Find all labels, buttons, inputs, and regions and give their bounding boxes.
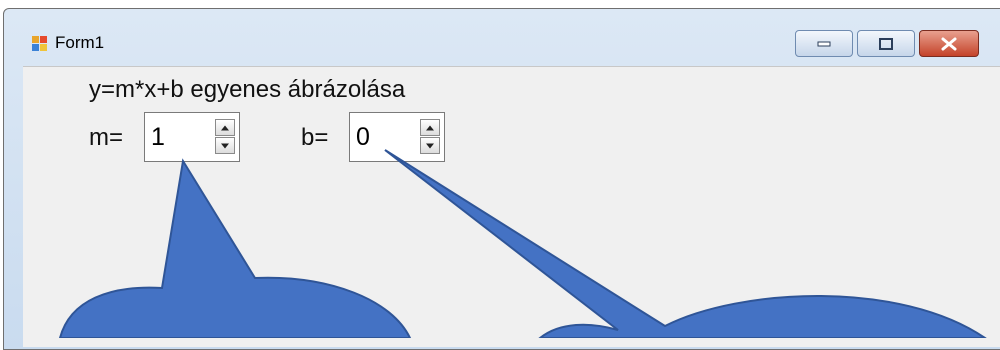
callout-bubble-b [384, 149, 987, 338]
callout-bubble-m [58, 158, 412, 338]
callout-overlay [58, 149, 987, 338]
